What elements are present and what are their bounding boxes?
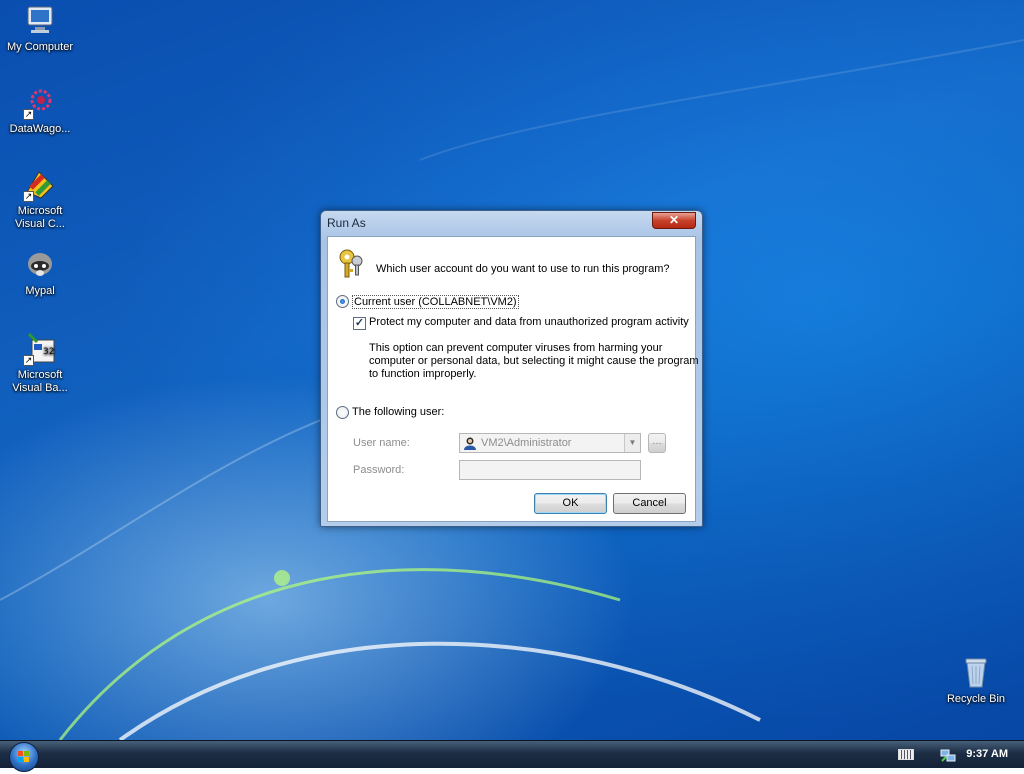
desktop-icon-label: Visual C...: [15, 218, 65, 230]
desktop-icon-visual-cpp[interactable]: ↗ Microsoft Visual C...: [0, 168, 80, 231]
datawagon-icon: ↗: [23, 86, 57, 120]
protect-info-line-3: to function improperly.: [369, 368, 477, 380]
protect-label[interactable]: Protect my computer and data from unauth…: [369, 316, 689, 328]
desktop-icon-recycle-bin[interactable]: Recycle Bin: [936, 656, 1016, 706]
desktop-icon-label: Mypal: [25, 285, 55, 297]
dialog-body: Which user account do you want to use to…: [327, 236, 699, 522]
taskbar: 9:37 AM: [0, 740, 1024, 772]
svg-text:32: 32: [43, 347, 54, 357]
close-button[interactable]: ✕: [652, 212, 696, 229]
chevron-down-icon[interactable]: ▼: [624, 434, 640, 452]
protect-info-line-1: This option can prevent computer viruses…: [369, 342, 663, 354]
password-label: Password:: [353, 464, 405, 476]
following-user-label[interactable]: The following user:: [352, 406, 444, 418]
windows-logo-icon: [18, 751, 29, 762]
protect-info-line-2: computer or personal data, but selecting…: [369, 355, 699, 367]
visual-cpp-icon: ↗: [23, 168, 57, 202]
protect-checkbox[interactable]: ✓: [353, 317, 366, 330]
shortcut-arrow-icon: ↗: [23, 191, 34, 202]
username-value: VM2\Administrator: [481, 437, 572, 449]
dialog-question: Which user account do you want to use to…: [376, 263, 670, 275]
visual-basic-icon: 32 ↗: [23, 332, 57, 366]
user-icon: [463, 436, 477, 450]
browse-button[interactable]: ...: [648, 433, 666, 453]
desktop-icon-datawagon[interactable]: ↗ DataWago...: [0, 86, 80, 136]
shortcut-arrow-icon: ↗: [23, 109, 34, 120]
shortcut-arrow-icon: ↗: [23, 355, 34, 366]
username-combobox[interactable]: VM2\Administrator ▼: [459, 433, 641, 453]
ok-button[interactable]: OK: [534, 493, 607, 514]
desktop-icon-label: My Computer: [6, 41, 74, 53]
recycle-bin-icon: [959, 656, 993, 690]
keyboard-icon[interactable]: [898, 749, 914, 760]
password-field[interactable]: [459, 460, 641, 480]
desktop-icon-label: Visual Ba...: [12, 382, 68, 394]
desktop-icon-visual-basic[interactable]: 32 ↗ Microsoft Visual Ba...: [0, 332, 80, 395]
username-label: User name:: [353, 437, 410, 449]
dialog-title: Run As: [327, 216, 366, 230]
desktop-icon-mypal[interactable]: Mypal: [0, 248, 80, 298]
run-as-dialog: Run As ✕ Which user account do you want …: [320, 210, 703, 527]
desktop: My Computer ↗ DataWago... ↗ Microsoft Vi…: [0, 0, 1024, 740]
desktop-icon-label: DataWago...: [9, 123, 71, 135]
desktop-icon-label: Microsoft: [17, 205, 63, 217]
cancel-button[interactable]: Cancel: [613, 493, 686, 514]
raccoon-icon: [23, 248, 57, 282]
current-user-radio[interactable]: [336, 295, 349, 308]
network-icon[interactable]: [940, 747, 956, 763]
taskbar-clock[interactable]: 9:37 AM: [966, 748, 1008, 760]
following-user-radio[interactable]: [336, 406, 349, 419]
current-user-label[interactable]: Current user (COLLABNET\VM2): [352, 295, 519, 309]
keys-icon: [335, 247, 367, 279]
desktop-icon-label: Recycle Bin: [946, 693, 1006, 705]
computer-icon: [23, 4, 57, 38]
desktop-icon-my-computer[interactable]: My Computer: [0, 4, 80, 54]
desktop-icon-label: Microsoft: [17, 369, 63, 381]
